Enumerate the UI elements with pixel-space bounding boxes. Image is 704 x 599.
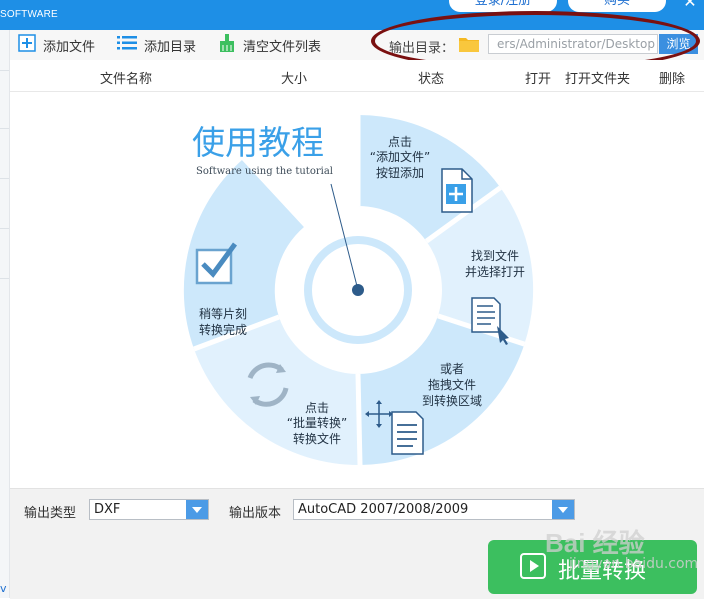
divider [0,70,9,71]
title-bar: SOFTWARE 登录/注册 购买 ✕ [0,0,704,30]
tutorial-diagram: 使用教程 Software using the tutorial 点击 “添加文… [183,114,534,466]
plus-file-icon [18,34,36,56]
divider [0,228,9,229]
output-version-value: AutoCAD 2007/2008/2009 [298,502,469,517]
step1-line1: 点击 [388,135,412,149]
play-icon [520,553,546,579]
app-title: SOFTWARE [0,9,58,20]
clear-file-list-label: 清空文件列表 [243,39,322,55]
column-file-name: 文件名称 [100,72,153,87]
chevron-down-icon[interactable] [186,500,208,519]
step3-line2: 拖拽文件 [428,377,476,392]
buy-button[interactable]: 购买 [568,0,666,12]
step5-line2: 转换完成 [199,322,247,337]
output-version-label: 输出版本 [229,506,282,521]
add-file-icon [441,168,473,213]
add-file-button[interactable]: 添加文件 [18,30,95,60]
step4-line2: “批量转换” [287,415,347,430]
add-file-label: 添加文件 [43,39,96,55]
column-size: 大小 [281,72,308,87]
step5-line1: 稍等片刻 [199,307,247,321]
step2-line2: 并选择打开 [465,265,525,279]
tutorial-title: 使用教程 [192,123,324,162]
divider [0,128,9,129]
step4-line3: 转换文件 [293,431,341,446]
folder-icon[interactable] [459,36,479,52]
step1-line3: 按钮添加 [376,165,424,180]
checkbox-icon [195,242,238,285]
column-open-folder: 打开文件夹 [565,72,631,87]
step4-line1: 点击 [305,401,329,415]
step2-line1: 找到文件 [471,248,519,263]
column-status: 状态 [418,72,445,87]
file-drop-area[interactable]: 使用教程 Software using the tutorial 点击 “添加文… [10,92,704,488]
batch-convert-label: 批量转换 [558,559,647,584]
step3-line1: 或者 [440,362,464,376]
list-icon [117,35,137,55]
clear-file-list-button[interactable]: 清空文件列表 [218,30,321,60]
batch-convert-button[interactable]: 批量转换 [488,540,697,594]
chevron-down-icon[interactable] [552,500,574,519]
output-directory-label: 输出目录： [389,41,455,56]
browse-button[interactable]: 浏览 [659,34,698,54]
output-directory-input[interactable]: ers/Administrator/Desktop [488,34,658,54]
add-directory-label: 添加目录 [144,39,197,55]
output-version-select[interactable]: AutoCAD 2007/2008/2009 [293,499,575,520]
divider [0,178,9,179]
step3-line3: 到转换区域 [422,393,482,408]
broom-icon [218,34,236,56]
drag-file-icon [391,411,424,455]
tutorial-subtitle: Software using the tutorial [196,166,333,177]
step1-line2: “添加文件” [370,149,430,164]
login-register-button[interactable]: 登录/注册 [449,0,557,12]
output-type-label: 输出类型 [24,506,77,521]
side-link[interactable]: v [0,582,8,596]
add-directory-button[interactable]: 添加目录 [117,30,196,60]
column-delete: 删除 [659,72,686,87]
file-list-header: 文件名称 大小 状态 打开 打开文件夹 删除 [10,60,704,92]
output-type-select[interactable]: DXF [89,499,209,520]
toolbar: 添加文件 添加目录 清空文件列表 输出目录： ers/Administrator… [10,30,704,61]
column-open: 打开 [525,72,552,87]
output-type-value: DXF [94,502,121,517]
close-icon[interactable]: ✕ [680,0,700,11]
left-panel-strip [0,30,10,598]
divider [0,278,9,279]
